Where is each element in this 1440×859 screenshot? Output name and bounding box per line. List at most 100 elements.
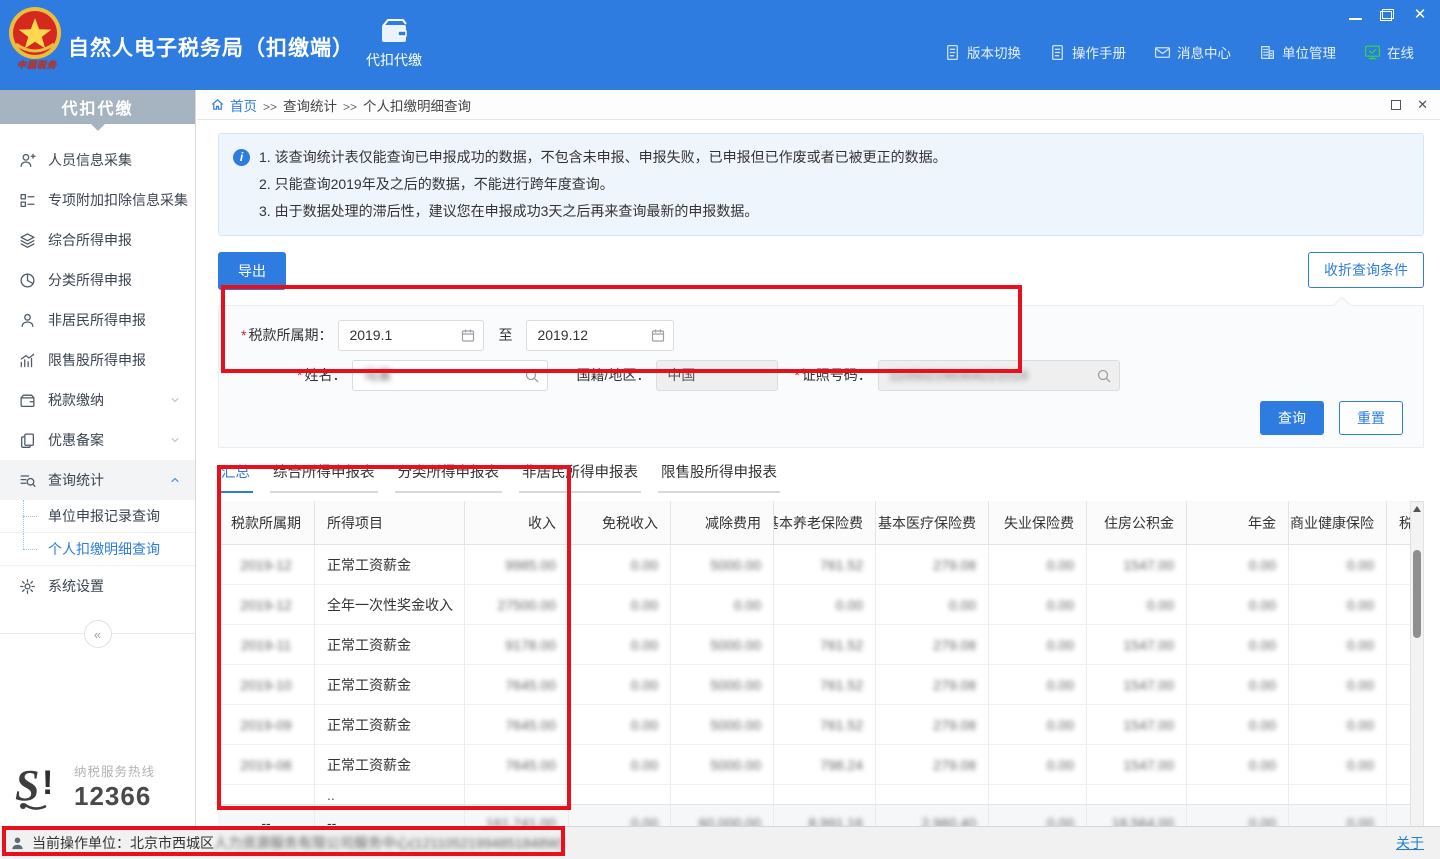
id-number-input[interactable]: 110502199304221019 [878, 360, 1120, 391]
vertical-scroll-thumb[interactable] [1413, 550, 1421, 638]
sidebar-item-分类所得申报[interactable]: 分类所得申报 [0, 260, 195, 300]
table-cell: .. [315, 785, 465, 804]
filter-panel-notch [1334, 297, 1351, 314]
table-cell: 0.00 [569, 585, 671, 625]
table-cell: 0.00 [671, 585, 774, 625]
hotline-block: S ! 纳税服务热线 12366 [14, 760, 155, 812]
period-label: *税款所属期： [241, 325, 332, 345]
vertical-scrollbar[interactable] [1410, 501, 1424, 842]
table-row-1[interactable]: 2019-12正常工资薪金9985.000.005000.00761.52279… [218, 545, 1410, 585]
tab-非居民所得申报表[interactable]: 非居民所得申报表 [519, 461, 641, 493]
scroll-up-arrow[interactable] [1411, 503, 1423, 515]
tab-分类所得申报表[interactable]: 分类所得申报表 [395, 461, 503, 493]
panel-maximize-button[interactable] [1391, 100, 1401, 110]
header-menu-item-3[interactable]: 消息中心 [1154, 42, 1231, 62]
sidebar-item-人员信息采集[interactable]: 人员信息采集 [0, 140, 195, 180]
table-cell: 7645.00 [465, 665, 569, 705]
search-list-icon [19, 472, 36, 489]
table-cell: 0.00 [1187, 745, 1289, 785]
sidebar-item-税款缴纳[interactable]: 税款缴纳 [0, 380, 195, 420]
table-cell [1087, 785, 1187, 804]
table-cell [774, 785, 876, 804]
breadcrumb-separator: >> [343, 100, 357, 114]
sidebar: 代扣代缴 人员信息采集专项附加扣除信息采集综合所得申报分类所得申报非居民所得申报… [0, 90, 196, 826]
export-button[interactable]: 导出 [218, 252, 286, 290]
search-icon[interactable] [524, 368, 540, 384]
panel-window-controls: ✕ [1391, 97, 1428, 113]
wallet-icon [379, 17, 409, 45]
collapse-filter-button[interactable]: 收折查询条件 [1308, 252, 1424, 288]
tab-综合所得申报表[interactable]: 综合所得申报表 [270, 461, 378, 493]
header-menu-item-2[interactable]: 操作手册 [1049, 42, 1126, 62]
result-tabs: 汇总综合所得申报表分类所得申报表非居民所得申报表限售股所得申报表 [218, 461, 1424, 493]
period-to-input[interactable]: 2019.12 [526, 320, 674, 351]
minimize-button[interactable] [1349, 11, 1362, 20]
table-cell: 279.08 [876, 545, 989, 585]
sidebar-item-综合所得申报[interactable]: 综合所得申报 [0, 220, 195, 260]
current-unit-text: 当前操作单位：北京市西城区人力资源服务有限公司服务中心(121105219948… [32, 833, 564, 853]
sidebar-item-label: 专项附加扣除信息采集 [48, 190, 188, 210]
sidebar-item-label: 人员信息采集 [48, 150, 181, 170]
table-cell: 9178.00 [465, 625, 569, 665]
checklist-icon [19, 192, 36, 209]
sidebar-subitem-单位申报记录查询[interactable]: 单位申报记录查询 [0, 500, 195, 533]
module-tab-daikou[interactable]: 代扣代缴 [352, 17, 436, 70]
sidebar-item-优惠备案[interactable]: 优惠备案 [0, 420, 195, 460]
table-row-3[interactable]: 2019-11正常工资薪金9178.000.005000.00761.52279… [218, 625, 1410, 665]
sidebar-header: 代扣代缴 [0, 90, 195, 124]
table-cell: 0.00 [569, 625, 671, 665]
docs-icon [19, 432, 36, 449]
tab-汇总[interactable]: 汇总 [218, 461, 253, 493]
nationality-input[interactable]: 中国 [656, 360, 778, 391]
table-cell: 0.00 [989, 585, 1087, 625]
sidebar-collapse-button[interactable]: « [84, 620, 112, 648]
table-cell: 0.00 [989, 625, 1087, 665]
reset-button[interactable]: 重置 [1339, 401, 1403, 435]
breadcrumb-item-首页[interactable]: 首页 [230, 99, 257, 114]
period-from-input[interactable]: 2019.1 [338, 320, 484, 351]
table-cell: 761.52 [774, 705, 876, 745]
tab-限售股所得申报表[interactable]: 限售股所得申报表 [658, 461, 780, 493]
table-cell: 0.00 [1289, 625, 1387, 665]
search-icon[interactable] [1096, 368, 1112, 384]
column-header-减除费用: 减除费用 [671, 501, 774, 545]
table-cell: 2019-12 [218, 585, 315, 625]
online-status[interactable]: 在线 [1364, 42, 1414, 62]
close-button[interactable]: ✕ [1412, 8, 1428, 22]
result-table-zone: 税款所属期所得项目收入免税收入减除费用基本养老保险费基本医疗保险费失业保险费住房… [218, 501, 1424, 842]
sidebar-item-非居民所得申报[interactable]: 非居民所得申报 [0, 300, 195, 340]
calendar-icon[interactable] [650, 328, 666, 344]
calendar-icon[interactable] [460, 328, 476, 344]
table-cell: 0.00 [1087, 585, 1187, 625]
name-input[interactable]: 马某 [352, 360, 548, 391]
table-row-6[interactable]: 2019-08正常工资薪金7645.000.005000.00798.24279… [218, 745, 1410, 785]
header-menu-item-1[interactable]: 版本切换 [944, 42, 1021, 62]
sidebar-item-label: 查询统计 [48, 470, 169, 490]
national-emblem-icon [8, 6, 62, 60]
sidebar-item-label: 系统设置 [48, 576, 181, 596]
table-cell: 279.08 [876, 665, 989, 705]
panel-close-button[interactable]: ✕ [1417, 97, 1428, 113]
table-cell: 761.52 [774, 625, 876, 665]
sidebar-item-限售股所得申报[interactable]: 限售股所得申报 [0, 340, 195, 380]
restore-button[interactable] [1380, 9, 1394, 21]
user-plus-icon [19, 152, 36, 169]
table-row-2[interactable]: 2019-12全年一次性奖金收入27500.000.000.000.000.00… [218, 585, 1410, 625]
sidebar-item-label: 限售股所得申报 [48, 350, 181, 370]
table-row-4[interactable]: 2019-10正常工资薪金7645.000.005000.00761.52279… [218, 665, 1410, 705]
table-cell: 0.00 [1289, 585, 1387, 625]
table-cell: 27500.00 [465, 585, 569, 625]
sidebar-item-系统设置[interactable]: 系统设置 [0, 566, 195, 606]
table-row-5[interactable]: 2019-09正常工资薪金7645.000.005000.00761.52279… [218, 705, 1410, 745]
sidebar-item-专项附加扣除信息采集[interactable]: 专项附加扣除信息采集 [0, 180, 195, 220]
header-menu-item-4[interactable]: 单位管理 [1259, 42, 1336, 62]
about-link[interactable]: 关于 [1396, 833, 1424, 853]
sidebar-item-查询统计[interactable]: 查询统计 [0, 460, 195, 500]
hotline-12366-icon: S ! [14, 760, 66, 812]
window-controls: ✕ [1349, 8, 1428, 22]
sidebar-subitem-个人扣缴明细查询[interactable]: 个人扣缴明细查询 [0, 533, 195, 566]
table-cell: 正常工资薪金 [315, 705, 465, 745]
table-cell: 0.00 [774, 585, 876, 625]
table-cell: 全年一次性奖金收入 [315, 585, 465, 625]
search-button[interactable]: 查询 [1260, 401, 1324, 435]
